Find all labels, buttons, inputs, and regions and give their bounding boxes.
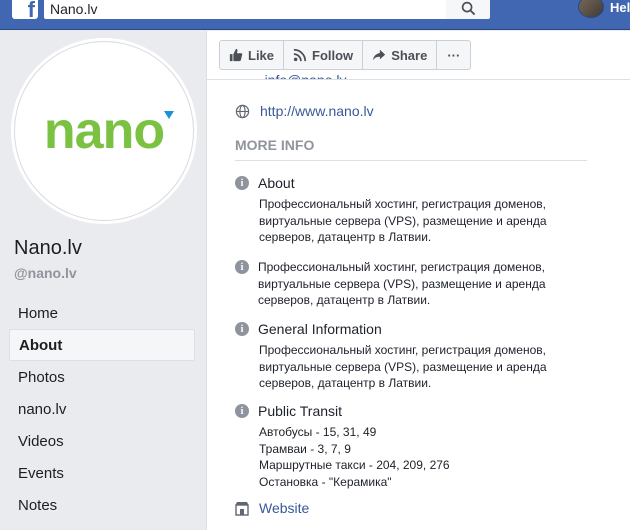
user-name: Hel [610, 0, 630, 15]
about-label: About [258, 175, 295, 191]
share-arrow-icon [373, 49, 386, 61]
nav-item-nano-lv[interactable]: nano.lv [9, 393, 195, 425]
page-handle[interactable]: @nano.lv [14, 265, 77, 281]
about-content: info@nano.lv Like Follow Share ··· http:… [206, 31, 630, 530]
avatar [578, 0, 604, 18]
public-transit-label: Public Transit [258, 403, 343, 419]
section-divider [235, 160, 587, 161]
website-link[interactable]: Website [259, 500, 309, 516]
search-button[interactable] [446, 0, 490, 19]
website-url-link[interactable]: http://www.nano.lv [260, 103, 374, 119]
left-sidebar: nano Nano.lv @nano.lv Home About Photos … [0, 31, 206, 530]
transit-line: Автобусы - 15, 31, 49 [259, 425, 377, 439]
general-information-text: Профессиональный хостинг, регистрация до… [259, 343, 547, 390]
website-row: Website [235, 500, 309, 516]
about-section: i About Профессиональный хостинг, регист… [235, 175, 595, 246]
description-text: Профессиональный хостинг, регистрация до… [258, 260, 546, 307]
rss-icon [293, 48, 307, 62]
nav-item-about[interactable]: About [9, 329, 195, 361]
info-icon: i [235, 322, 249, 336]
thumbs-up-icon [229, 48, 243, 62]
transit-line: Остановка - "Керамика" [259, 474, 392, 489]
general-information-label: General Information [258, 321, 382, 337]
description-section: i Профессиональный хостинг, регистрация … [235, 259, 595, 309]
about-text: Профессиональный хостинг, регистрация до… [259, 197, 547, 244]
info-icon: i [235, 260, 249, 274]
user-profile-link[interactable]: Hel [578, 0, 630, 18]
page-title[interactable]: Nano.lv [14, 237, 82, 260]
nav-item-events[interactable]: Events [9, 457, 195, 489]
public-transit-section: i Public Transit Автобусы - 15, 31, 49 Т… [235, 403, 595, 490]
more-options-button[interactable]: ··· [437, 41, 470, 69]
nav-item-notes[interactable]: Notes [9, 489, 195, 521]
general-information-section: i General Information Профессиональный х… [235, 321, 595, 392]
facebook-logo-icon[interactable]: f [12, 0, 38, 21]
top-bar: f Nano.lv Hel [0, 0, 630, 30]
transit-line: Маршрутные такси - 204, 209, 276 [259, 458, 450, 472]
website-url-row: http://www.nano.lv [235, 103, 374, 119]
share-button[interactable]: Share [363, 41, 438, 69]
nano-logo: nano [44, 101, 175, 161]
globe-icon [235, 104, 250, 118]
nav-item-photos[interactable]: Photos [9, 361, 195, 393]
info-icon: i [235, 176, 249, 190]
transit-line: Трамваи - 3, 7, 9 [259, 441, 351, 456]
more-dots-icon: ··· [447, 47, 461, 63]
storefront-icon [235, 501, 249, 516]
follow-button[interactable]: Follow [284, 41, 364, 69]
page-action-bar: Like Follow Share ··· [219, 40, 472, 70]
nav-item-home[interactable]: Home [9, 297, 195, 329]
info-icon: i [235, 404, 249, 418]
more-info-heading: MORE INFO [235, 137, 315, 153]
search-input[interactable]: Nano.lv [44, 0, 446, 19]
like-button[interactable]: Like [220, 41, 285, 69]
action-bar-divider [207, 79, 630, 80]
public-transit-text: Автобусы - 15, 31, 49 Трамваи - 3, 7, 9 … [259, 424, 595, 490]
page-nav: Home About Photos nano.lv Videos Events … [9, 297, 195, 521]
profile-picture[interactable]: nano [14, 41, 194, 221]
search-icon [461, 1, 475, 16]
nav-item-videos[interactable]: Videos [9, 425, 195, 457]
